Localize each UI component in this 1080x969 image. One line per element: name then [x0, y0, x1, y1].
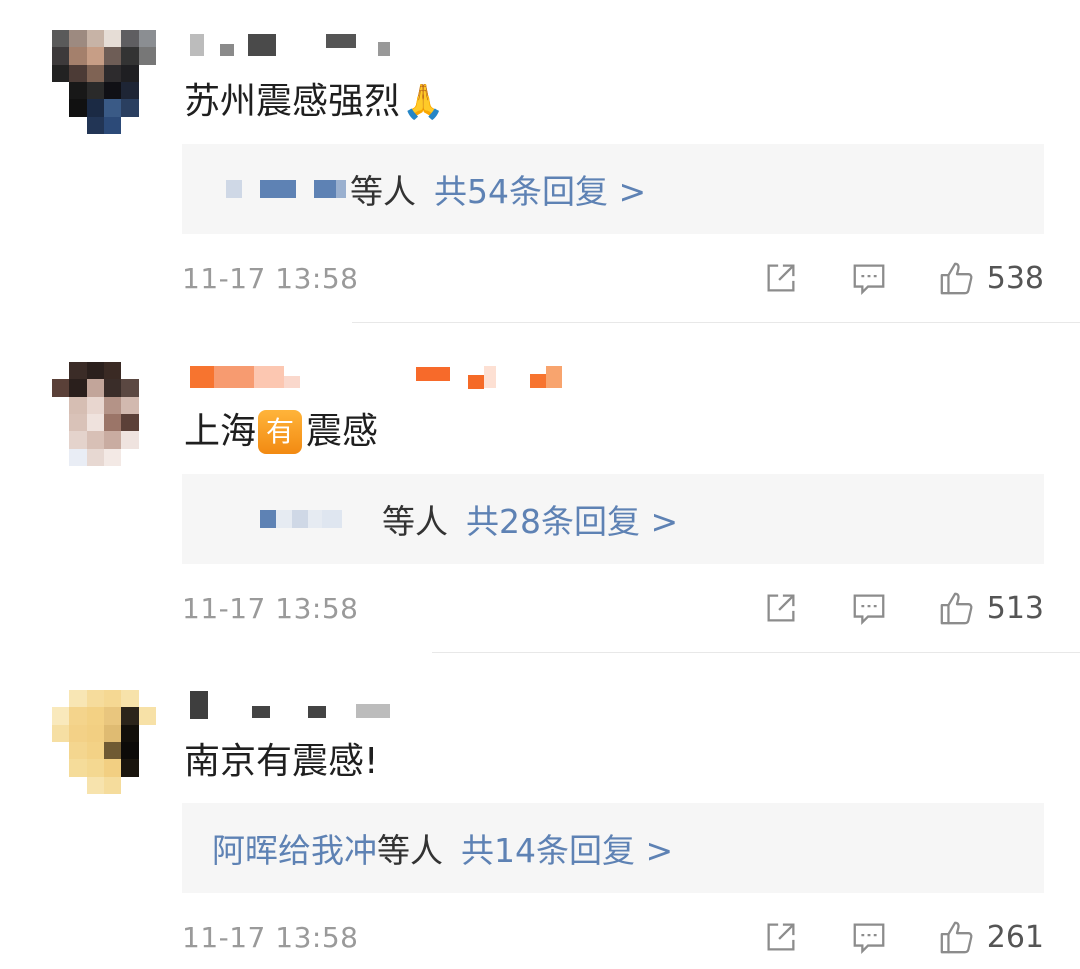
thumbs-up-icon[interactable]: [937, 917, 977, 957]
comment-meta: 11-17 13:58 261: [182, 915, 1044, 959]
replier-names-pixelated: [260, 510, 378, 528]
timestamp: 11-17 13:58: [182, 261, 359, 295]
replies-count-link[interactable]: 共14条回复 >: [461, 824, 673, 872]
comment-text: 上海 有 震感: [184, 410, 378, 454]
comment-meta: 11-17 13:58 513: [182, 586, 1044, 630]
pray-emoji-icon: 🙏: [402, 82, 445, 122]
thumbs-up-icon[interactable]: [937, 588, 977, 628]
thumbs-up-icon[interactable]: [937, 258, 977, 298]
comment-icon[interactable]: [849, 258, 889, 298]
comment-text-after: 震感: [306, 411, 379, 452]
replies-count-link[interactable]: 共28条回复 >: [466, 495, 678, 543]
divider: [432, 652, 1080, 653]
avatar[interactable]: [52, 362, 156, 466]
avatar[interactable]: [52, 690, 156, 794]
share-icon[interactable]: [761, 258, 801, 298]
comment-icon[interactable]: [849, 917, 889, 957]
share-icon[interactable]: [761, 917, 801, 957]
timestamp: 11-17 13:58: [182, 591, 359, 625]
comment-text: 南京有震感!: [184, 740, 378, 784]
replies-preview[interactable]: 阿晖给我冲 等人 共14条回复 >: [182, 803, 1044, 893]
username-pixelated[interactable]: [190, 362, 562, 392]
replies-who: 等人: [382, 502, 448, 541]
like-count: 538: [986, 260, 1044, 296]
replies-who: 等人: [350, 172, 416, 211]
like-count: 513: [986, 590, 1044, 626]
comment-text-content: 苏州震感强烈: [184, 81, 401, 122]
replies-preview[interactable]: 等人 共54条回复 >: [182, 144, 1044, 234]
timestamp: 11-17 13:58: [182, 920, 359, 954]
username-pixelated[interactable]: [190, 30, 390, 60]
comment-text-before: 上海: [184, 411, 257, 452]
comment-icon[interactable]: [849, 588, 889, 628]
replier-name-link[interactable]: 阿晖给我冲: [212, 824, 377, 872]
replies-count-link[interactable]: 共54条回复 >: [434, 165, 646, 213]
comment-meta: 11-17 13:58 538: [182, 256, 1044, 300]
comment-text: 苏州震感强烈 🙏: [184, 80, 444, 124]
replies-preview[interactable]: 等人 共28条回复 >: [182, 474, 1044, 564]
replier-names-pixelated: [226, 180, 346, 198]
avatar[interactable]: [52, 30, 156, 134]
like-count: 261: [986, 919, 1044, 955]
replies-who: 等人: [377, 831, 443, 870]
you-badge-icon: 有: [258, 410, 303, 454]
username-pixelated[interactable]: [190, 690, 390, 720]
share-icon[interactable]: [761, 588, 801, 628]
divider: [352, 322, 1080, 323]
comment-text-content: 南京有震感!: [184, 741, 379, 782]
